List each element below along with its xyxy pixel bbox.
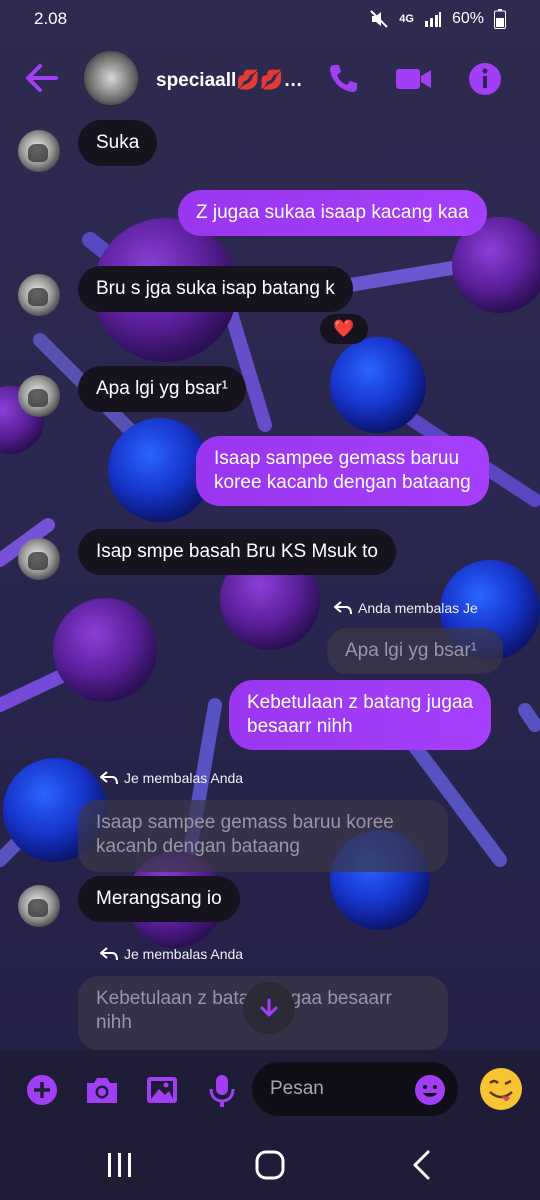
battery-percent: 60% xyxy=(451,10,484,27)
quoted-message[interactable]: Isaap sampee gemass baruu koree kacanb d… xyxy=(78,800,448,872)
reply-label: Je membalas Anda xyxy=(124,770,244,786)
status-time: 2.08 xyxy=(34,9,68,28)
reply-indicator: Je membalas Anda xyxy=(100,946,243,962)
reply-label: Je membalas Anda xyxy=(124,946,244,962)
quoted-line: kacanb dengan bataang xyxy=(96,836,300,857)
sender-avatar[interactable] xyxy=(18,130,60,172)
emoji-picker-button[interactable] xyxy=(414,1074,446,1106)
camera-button[interactable] xyxy=(82,1070,122,1110)
mute-icon xyxy=(370,10,388,28)
voice-call-button[interactable] xyxy=(324,60,362,98)
video-icon xyxy=(396,69,431,89)
incoming-message[interactable]: Merangsang io xyxy=(78,876,240,922)
incoming-message[interactable]: Suka xyxy=(78,120,158,166)
sender-avatar[interactable] xyxy=(18,274,60,316)
camera-icon xyxy=(87,1078,117,1103)
arrow-down-icon xyxy=(260,998,278,1017)
incoming-message[interactable]: Isap smpe basah Bru KS Msuk to xyxy=(78,529,396,575)
message-line: besaarr nihh xyxy=(247,716,353,737)
home-button[interactable] xyxy=(252,1148,288,1182)
message-line: Kebetulaan z batang jugaa xyxy=(247,692,474,713)
chevron-left-icon xyxy=(413,1150,430,1180)
microphone-icon xyxy=(209,1075,235,1107)
gallery-button[interactable] xyxy=(142,1070,182,1110)
emoji-icon xyxy=(415,1075,445,1105)
heart-reaction-icon: ❤️ xyxy=(333,319,355,338)
message-line: Isaap sampee gemass baruu xyxy=(214,448,460,469)
back-arrow-icon xyxy=(26,64,58,92)
reply-label: Anda membalas Je xyxy=(358,600,478,616)
reply-indicator: Je membalas Anda xyxy=(100,770,243,786)
sender-avatar[interactable] xyxy=(18,885,60,927)
home-icon xyxy=(255,1150,285,1180)
message-list[interactable]: Suka Z jugaa sukaa isaap kacang kaa Bru … xyxy=(0,120,540,1050)
more-actions-button[interactable] xyxy=(22,1070,62,1110)
phone-icon xyxy=(330,65,357,92)
quoted-message[interactable]: Apa lgi yg bsar¹ xyxy=(327,628,503,674)
incoming-message[interactable]: Apa lgi yg bsar¹ xyxy=(78,366,247,412)
conversation-header: speciaall💋💋… xyxy=(0,38,540,120)
back-nav-button[interactable] xyxy=(404,1148,440,1182)
contact-name[interactable]: speciaall💋💋… xyxy=(156,68,306,92)
recent-apps-button[interactable] xyxy=(102,1148,138,1182)
plus-icon xyxy=(27,1075,57,1105)
status-bar: 2.08 4G 60% xyxy=(0,0,540,38)
network-4g-icon: 4G xyxy=(399,13,414,25)
conversation-info-button[interactable] xyxy=(466,60,504,98)
back-button[interactable] xyxy=(24,58,60,98)
outgoing-message[interactable]: Kebetulaan z batang jugaa besaarr nihh xyxy=(229,680,492,750)
video-call-button[interactable] xyxy=(394,60,432,98)
status-icons: 4G 60% xyxy=(369,9,506,29)
system-navigation-bar xyxy=(0,1130,540,1200)
sender-avatar[interactable] xyxy=(18,538,60,580)
message-line: koree kacanb dengan bataang xyxy=(214,472,471,493)
message-reaction[interactable]: ❤️ xyxy=(320,314,368,344)
info-icon xyxy=(469,63,501,95)
emoji-send-icon xyxy=(480,1068,522,1110)
quoted-line: Isaap sampee gemass baruu koree xyxy=(96,812,394,833)
scroll-to-bottom-button[interactable] xyxy=(243,982,295,1034)
outgoing-message[interactable]: Isaap sampee gemass baruu koree kacanb d… xyxy=(196,436,489,506)
signal-icon xyxy=(424,12,441,27)
sender-avatar[interactable] xyxy=(18,375,60,417)
reply-arrow-icon xyxy=(334,601,352,615)
battery-icon xyxy=(494,9,506,29)
gallery-icon xyxy=(147,1077,177,1103)
message-composer xyxy=(0,1050,540,1130)
reply-indicator: Anda membalas Je xyxy=(334,600,478,616)
voice-message-button[interactable] xyxy=(202,1070,242,1110)
contact-avatar[interactable] xyxy=(84,51,138,105)
incoming-message[interactable]: Bru s jga suka isap batang k xyxy=(78,266,353,312)
send-emoji-button[interactable] xyxy=(478,1066,524,1112)
outgoing-message[interactable]: Z jugaa sukaa isaap kacang kaa xyxy=(178,190,487,236)
reply-arrow-icon xyxy=(100,947,118,961)
reply-arrow-icon xyxy=(100,771,118,785)
recent-apps-icon xyxy=(108,1153,131,1177)
